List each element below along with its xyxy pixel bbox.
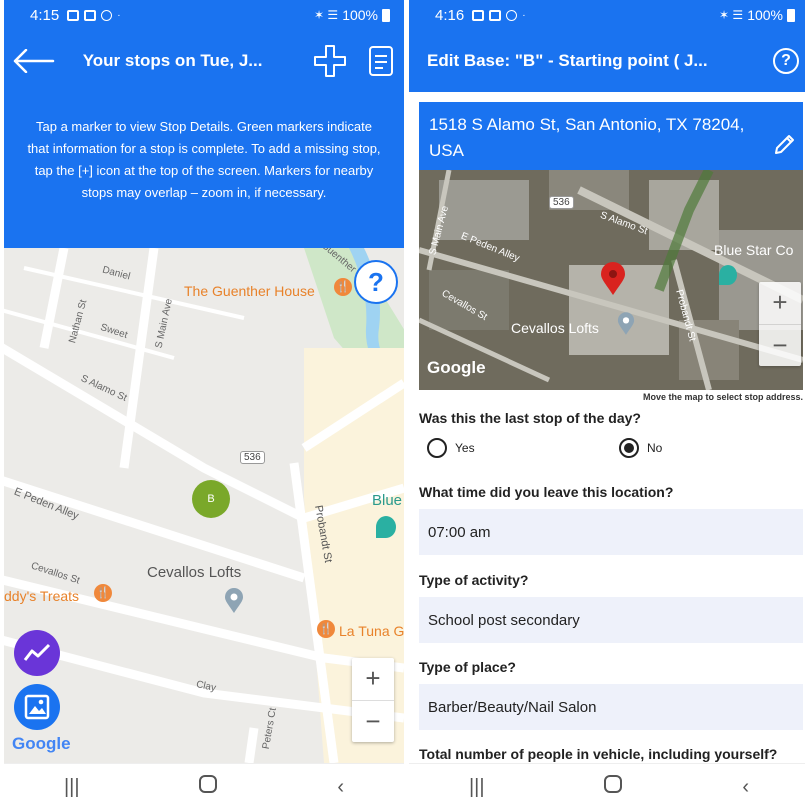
image-icon [24,694,50,720]
right-phone-screen: 4:16 · ✶ ☰ 100% Edit Base: "B" - Startin… [409,0,805,810]
left-phone-screen: 4:15 · ✶ ☰ 100% Your stops on Tue, J... … [4,0,404,810]
stops-map[interactable]: Daniel Nathan St Sweet S Main Ave S Alam… [4,248,404,763]
poi-guenther-house[interactable]: The Guenther House [184,283,315,299]
street-label: Blue Star Co [714,242,794,258]
route-shield: 536 [549,196,574,209]
status-bar: 4:16 · ✶ ☰ 100% [409,0,805,30]
help-button[interactable]: ? [354,260,398,304]
last-stop-question: Was this the last stop of the day? [419,410,641,426]
street-label: Cevallos Lofts [511,320,599,336]
zoom-out-button[interactable]: − [352,701,394,743]
museum-pin-icon[interactable] [376,516,396,538]
trend-icon [23,643,51,661]
help-glyph: ? [781,52,791,69]
place-select[interactable]: Barber/Beauty/Nail Salon [419,684,803,730]
leave-time-question: What time did you leave this location? [419,484,674,500]
zoom-in-button[interactable]: + [759,282,801,325]
poi-treats[interactable]: ddy's Treats [4,588,79,604]
battery-percent: 100% [747,7,783,23]
app-bar: Edit Base: "B" - Starting point ( J... ? [409,30,805,92]
battery-icon [787,8,795,22]
map-zoom-controls: + − [759,282,801,366]
android-nav-bar: ||| ‹ [4,763,404,810]
app-bar: Your stops on Tue, J... [4,30,404,92]
back-arrow-icon[interactable] [4,30,65,92]
home-icon[interactable] [604,775,623,799]
activity-chart-button[interactable] [14,630,60,676]
recent-apps-icon[interactable]: ||| [469,776,485,799]
recent-apps-icon[interactable]: ||| [64,776,80,799]
page-title: Edit Base: "B" - Starting point ( J... [427,51,708,70]
zoom-out-button[interactable]: − [759,325,801,367]
gallery-notification-icon [472,9,485,21]
list-icon[interactable] [357,30,404,92]
help-glyph: ? [368,266,384,297]
status-bar: 4:15 · ✶ ☰ 100% [4,0,404,30]
restaurant-pin-icon[interactable]: 🍴 [334,278,352,296]
battery-icon [382,8,390,22]
poi-cevallos-lofts[interactable]: Cevallos Lofts [147,564,241,581]
poi-la-tuna[interactable]: La Tuna G [339,623,404,639]
activity-question: Type of activity? [419,572,529,588]
back-icon[interactable]: ‹ [337,776,344,799]
radio-no-circle[interactable] [619,438,639,458]
restaurant-pin-icon[interactable]: 🍴 [94,584,112,602]
leave-time-field[interactable]: 07:00 am [419,509,803,555]
home-icon[interactable] [199,775,218,799]
zoom-in-button[interactable]: + [352,658,394,701]
edit-pencil-icon[interactable] [773,132,797,164]
status-time: 4:15 [30,6,60,24]
map-hint: Move the map to select stop address. [642,392,803,402]
address-display: 1518 S Alamo St, San Antonio, TX 78204, … [419,102,803,170]
dnd-icon [506,9,518,21]
back-icon[interactable]: ‹ [742,776,749,799]
battery-percent: 100% [342,7,378,23]
photo-button[interactable] [14,684,60,730]
radio-yes[interactable]: Yes [427,438,475,458]
location-pin-icon [617,312,635,336]
page-title: Your stops on Tue, J... [82,51,263,70]
android-nav-bar: ||| ‹ [409,763,805,810]
radio-yes-circle[interactable] [427,438,447,458]
status-time: 4:16 [435,6,465,24]
google-logo: Google [427,358,486,377]
help-button[interactable]: ? [773,48,799,74]
location-pin-icon[interactable] [224,588,244,614]
google-logo: Google [12,734,71,753]
gallery-notification-icon [67,9,80,21]
passengers-question: Total number of people in vehicle, inclu… [419,746,778,762]
wifi-signal-icon: ✶ ☰ [719,8,744,22]
stop-marker-b[interactable]: B [192,480,230,518]
wifi-signal-icon: ✶ ☰ [314,8,339,22]
radio-no-label: No [647,441,663,455]
route-shield: 536 [240,451,265,464]
address-text: 1518 S Alamo St, San Antonio, TX 78204, … [429,115,745,160]
dnd-icon [101,9,113,21]
image-notification-icon [489,9,502,21]
satellite-map[interactable]: S Alamo St Cevallos Lofts Blue Star Co E… [419,170,803,390]
radio-yes-label: Yes [455,441,475,455]
add-stop-icon[interactable] [306,30,353,92]
poi-blue[interactable]: Blue [372,492,402,509]
location-marker-icon [600,262,626,301]
map-zoom-controls: + − [352,658,394,742]
museum-pin-icon [719,265,737,285]
image-notification-icon [84,9,97,21]
activity-select[interactable]: School post secondary [419,597,803,643]
place-question: Type of place? [419,659,516,675]
restaurant-pin-icon[interactable]: 🍴 [317,620,335,638]
edit-base-form: 1518 S Alamo St, San Antonio, TX 78204, … [409,92,805,763]
instructions-text: Tap a marker to view Stop Details. Green… [4,92,404,248]
radio-no[interactable]: No [619,438,662,458]
